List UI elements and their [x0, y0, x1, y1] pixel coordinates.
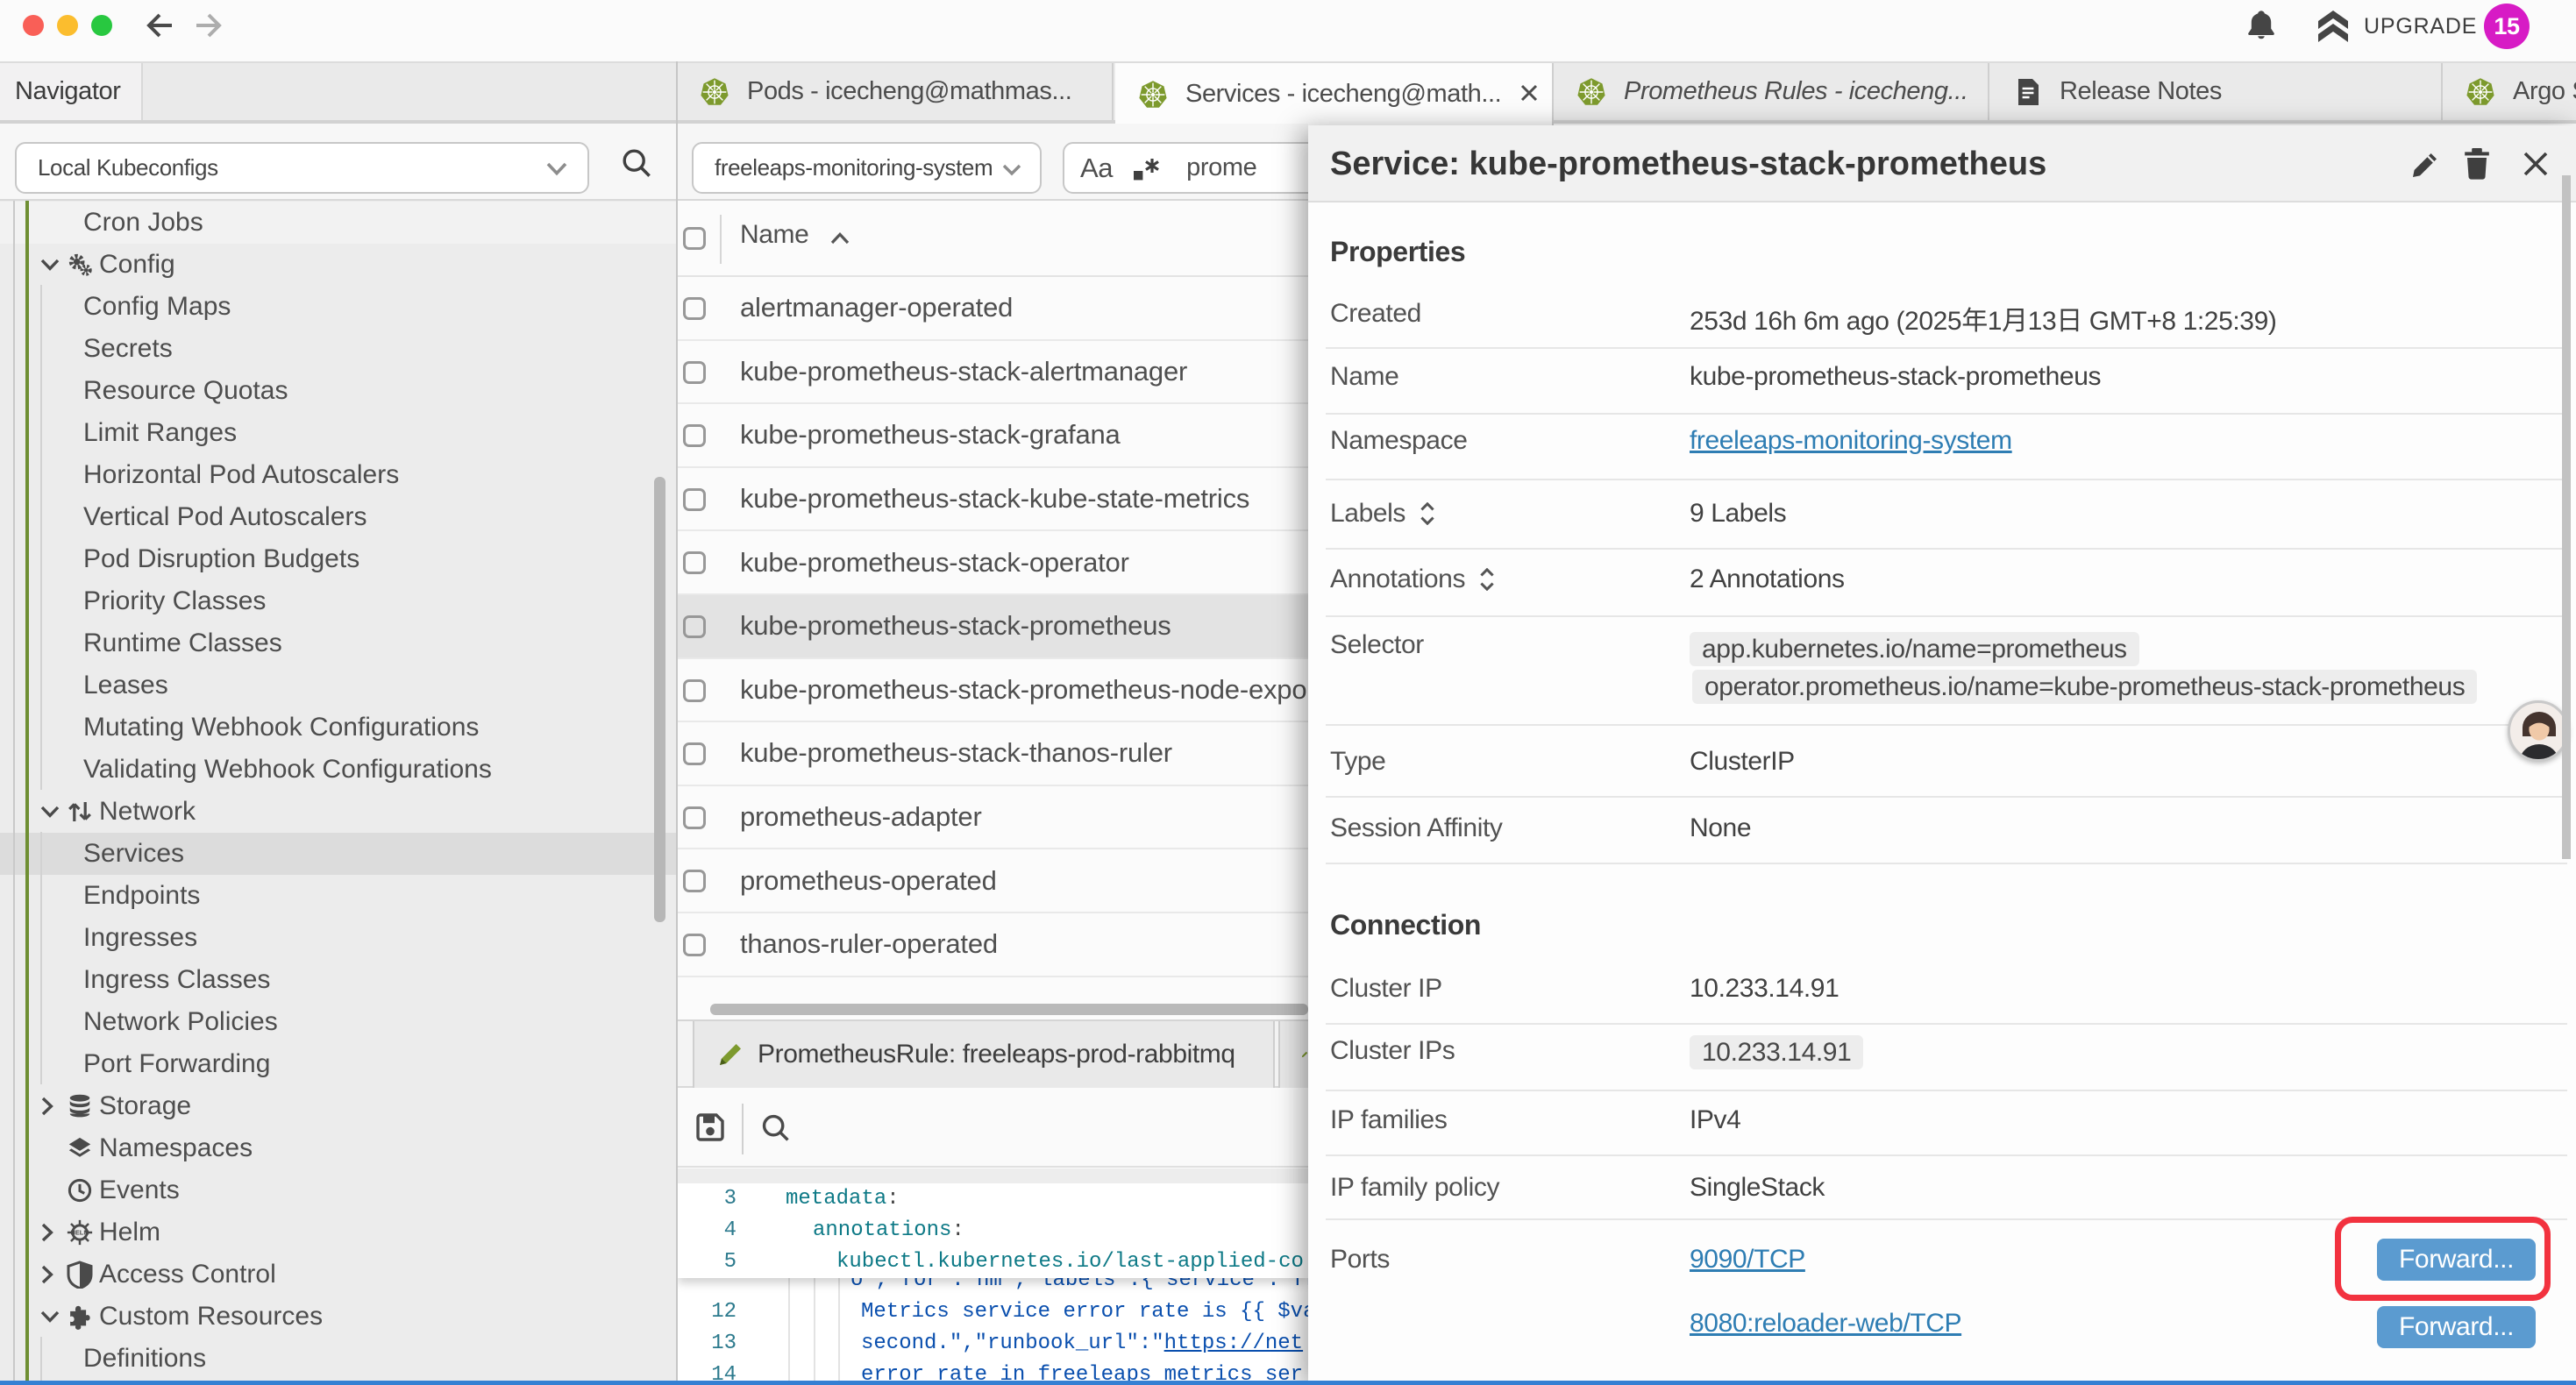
svg-text:HELM: HELM — [71, 1228, 89, 1236]
